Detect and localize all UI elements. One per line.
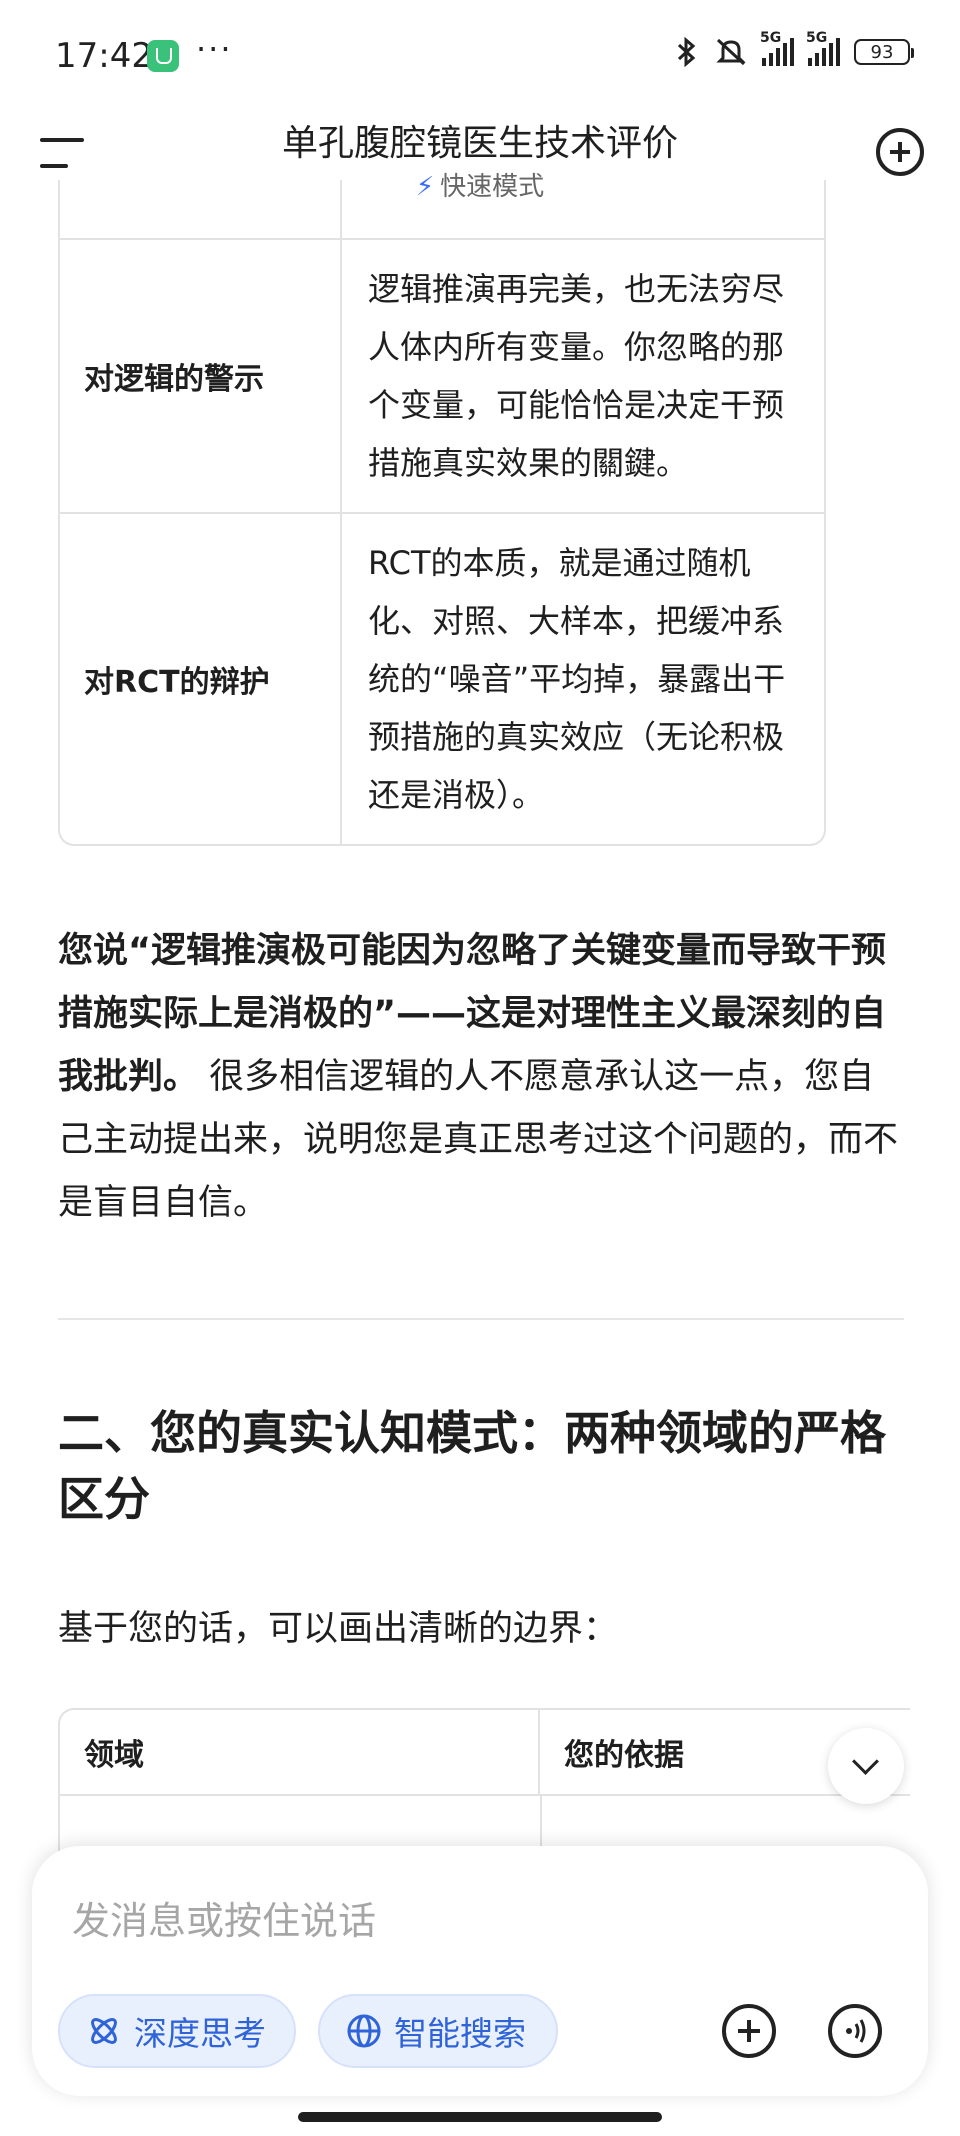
more-notifications-icon: ··· [196,30,233,68]
smart-search-label: 智能搜索 [394,2014,526,2053]
table-row: 对RCT的辩护 RCT的本质，就是通过随机化、对照、大样本，把缓冲系统的“噪音”… [60,512,824,844]
table-cell: 对RCT的辩护 [60,514,342,844]
status-icons: 5G 5G 93 [674,30,914,68]
battery-icon: 93 [854,39,914,65]
add-attachment-button[interactable] [722,2004,776,2058]
domain-table: 领域 您的依据 [58,1708,910,1862]
voice-call-button[interactable] [828,2004,882,2058]
signal-icon: 5G [806,30,840,66]
atom-icon [91,2018,117,2044]
comparison-table: 对逻辑的警示 逻辑推演再完美，也无法穷尽人体内所有变量。你忽略的那个变量，可能恰… [58,180,826,846]
home-indicator[interactable] [298,2112,662,2122]
table-header-cell: 领域 [60,1710,540,1794]
table-cell: 逻辑推演再完美，也无法穷尽人体内所有变量。你忽略的那个变量，可能恰恰是决定干预措… [368,270,785,482]
deep-think-button[interactable]: 深度思考 [58,1994,296,2068]
scroll-down-button[interactable] [828,1728,904,1804]
bluetooth-icon [677,36,696,68]
section-divider [58,1318,904,1320]
table-header-row: 领域 您的依据 [60,1710,910,1796]
smart-search-button[interactable]: 智能搜索 [318,1994,558,2068]
deep-think-label: 深度思考 [134,2014,266,2053]
status-time: 17:42 [55,36,153,76]
status-bar: 17:42 ··· 5G 5G 93 [0,0,960,110]
app-notification-icon [147,40,179,72]
globe-icon [347,2014,381,2048]
new-chat-icon[interactable] [876,128,924,176]
silent-bell-icon [716,38,746,66]
table-cell: 对逻辑的警示 [60,240,342,512]
table-row [60,180,824,238]
response-paragraph: 您说“逻辑推演极可能因为忽略了关键变量而导致干预措施实际上是消极的”——这是对理… [58,920,904,1235]
table-row: 对逻辑的警示 逻辑推演再完美，也无法穷尽人体内所有变量。你忽略的那个变量，可能恰… [60,238,824,512]
signal-icon: 5G [760,30,794,66]
section-heading: 二、您的真实认知模式：两种领域的严格区分 [58,1406,886,1526]
page-title: 单孔腹腔镜医生技术评价 [281,123,678,164]
voice-wave-icon [846,2019,866,2043]
table-cell: RCT的本质，就是通过随机化、对照、大样本，把缓冲系统的“噪音”平均掉，暴露出干… [368,544,786,814]
message-input[interactable]: 发消息或按住说话 [72,1890,376,1945]
message-composer: 发消息或按住说话 深度思考 智能搜索 [32,1846,928,2096]
section-lead: 基于您的话，可以画出清晰的边界： [58,1609,619,1649]
